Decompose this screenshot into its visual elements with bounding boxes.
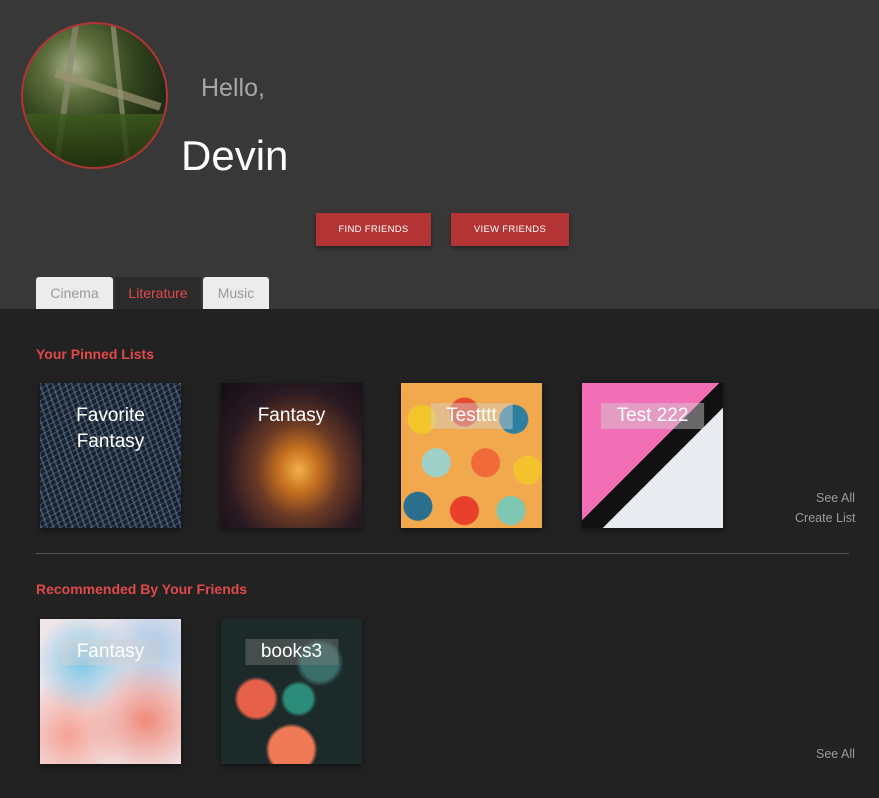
section-divider — [36, 553, 849, 554]
avatar[interactable] — [21, 22, 168, 169]
recommended-title: Recommended By Your Friends — [36, 581, 248, 597]
list-title: Favorite Fantasy — [76, 405, 145, 452]
pinned-list-card[interactable]: Test 222 — [582, 383, 723, 528]
pinned-list-card[interactable]: Favorite Fantasy — [40, 383, 181, 528]
list-title: Testttt — [430, 403, 513, 429]
pinned-lists-title: Your Pinned Lists — [36, 346, 154, 362]
profile-header: Hello, Devin FIND FRIENDS VIEW FRIENDS C… — [0, 0, 879, 309]
create-list-link[interactable]: Create List — [795, 511, 855, 525]
tab-music[interactable]: Music — [203, 277, 269, 309]
user-name: Devin — [181, 132, 289, 179]
list-title: books3 — [244, 639, 339, 665]
pinned-list-card[interactable]: Fantasy — [221, 383, 362, 528]
pinned-list-card[interactable]: Testttt — [401, 383, 542, 528]
greeting: Hello, — [201, 74, 265, 102]
avatar-photo-detail — [23, 114, 166, 167]
tab-cinema[interactable]: Cinema — [36, 277, 113, 309]
list-title: Fantasy — [60, 639, 161, 665]
view-friends-button[interactable]: VIEW FRIENDS — [451, 213, 569, 246]
pinned-see-all-link[interactable]: See All — [816, 491, 855, 505]
avatar-photo-detail — [54, 69, 162, 111]
recommended-list-card[interactable]: Fantasy — [40, 619, 181, 764]
recommended-list-card[interactable]: books3 — [221, 619, 362, 764]
list-title: Test 222 — [600, 403, 705, 429]
recommended-see-all-link[interactable]: See All — [816, 747, 855, 761]
tab-literature[interactable]: Literature — [115, 277, 201, 309]
list-title: Fantasy — [257, 405, 326, 426]
find-friends-button[interactable]: FIND FRIENDS — [316, 213, 431, 246]
